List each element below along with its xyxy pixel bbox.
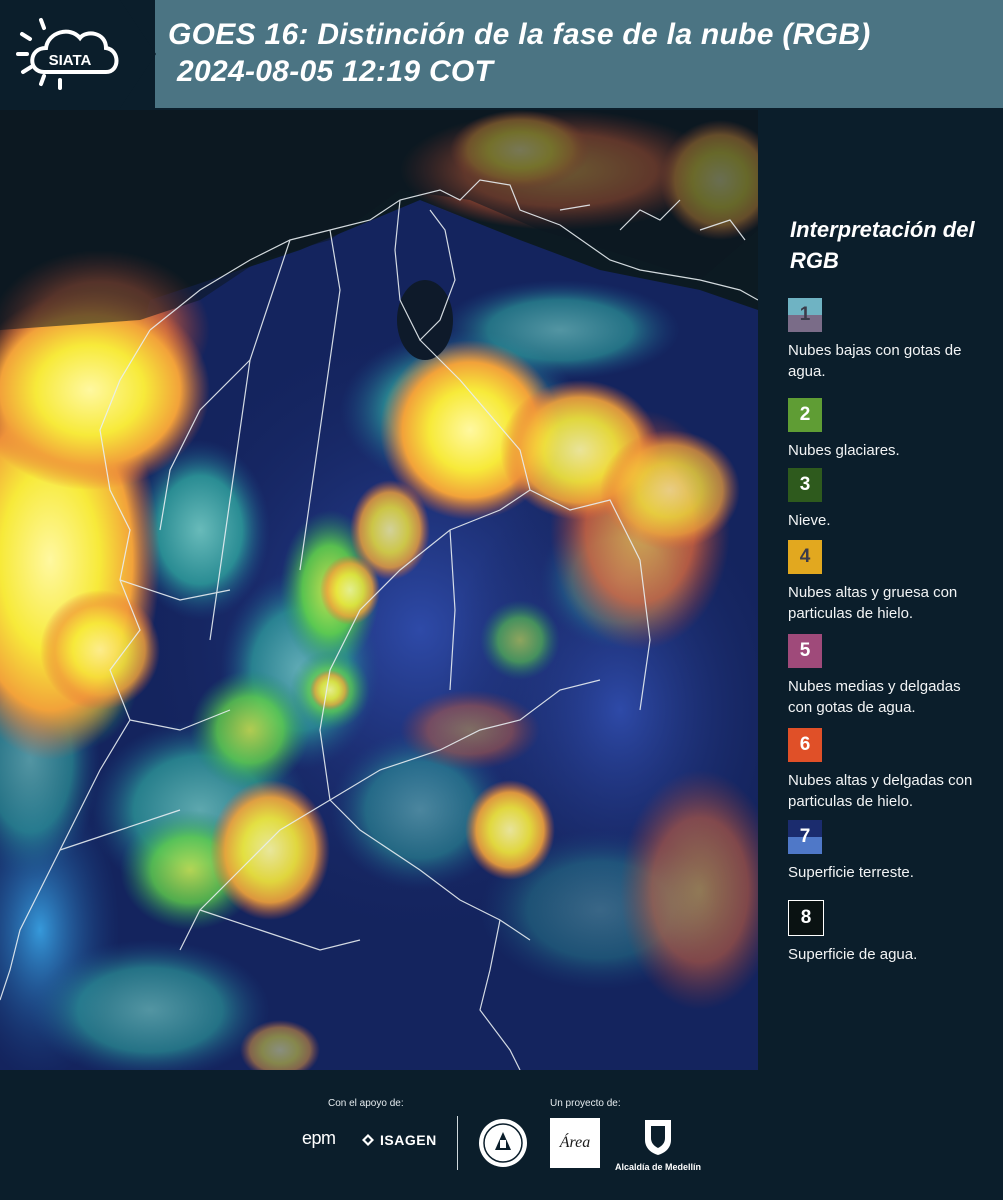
legend-label: Nubes altas y delgadas con particulas de… — [788, 772, 973, 810]
isagen-label: ISAGEN — [380, 1132, 437, 1148]
logo-text: SIATA — [49, 52, 92, 69]
area-metropolitana-logo: Área — [550, 1118, 600, 1168]
legend-number: 4 — [799, 546, 811, 567]
legend-item-3: 3 Nieve. — [788, 468, 988, 531]
legend-number: 2 — [799, 404, 811, 425]
satellite-map — [0, 110, 758, 1070]
legend-number: 8 — [800, 907, 812, 928]
support-label: Con el apoyo de: — [328, 1098, 404, 1109]
legend-swatch: 4 — [788, 540, 822, 574]
footer-divider — [457, 1116, 458, 1170]
legend-item-8: 8 Superficie de agua. — [788, 900, 988, 965]
footer: Con el apoyo de: Un proyecto de: epm ISA… — [0, 1070, 1003, 1200]
legend-number: 7 — [799, 826, 811, 847]
isagen-logo: ISAGEN — [360, 1132, 437, 1148]
epm-logo: epm — [302, 1128, 336, 1148]
legend-item-4: 4 Nubes altas y gruesa con particulas de … — [788, 540, 988, 624]
legend-number: 3 — [799, 474, 811, 495]
legend-swatch: 5 — [788, 634, 822, 668]
legend-label: Superficie de agua. — [788, 946, 918, 963]
university-seal-icon — [479, 1119, 527, 1167]
header-bar: SIATA GOES 16: Distinción de la fase de … — [0, 0, 1003, 108]
legend-item-7: 7 Superficie terreste. — [788, 820, 988, 883]
medellin-shield-icon — [645, 1120, 671, 1155]
legend-swatch: 3 — [788, 468, 822, 502]
legend-swatch: 1 — [788, 298, 822, 332]
isagen-icon — [362, 1134, 374, 1146]
medellin-label: Alcaldía de Medellín — [614, 1162, 702, 1172]
legend-label: Nubes glaciares. — [788, 442, 900, 459]
title-line-1: GOES 16: Distinción de la fase de la nub… — [168, 18, 871, 51]
legend-number: 6 — [799, 734, 811, 755]
satellite-image — [0, 110, 758, 1070]
legend-label: Nubes medias y delgadas con gotas de agu… — [788, 678, 961, 716]
legend-label: Nieve. — [788, 512, 831, 529]
legend-label: Nubes altas y gruesa con particulas de h… — [788, 584, 958, 622]
legend-swatch: 6 — [788, 728, 822, 762]
page-title: GOES 16: Distinción de la fase de la nub… — [168, 16, 871, 90]
legend-item-2: 2 Nubes glaciares. — [788, 398, 988, 461]
legend-swatch: 2 — [788, 398, 822, 432]
project-label: Un proyecto de: — [550, 1098, 621, 1109]
siata-logo: SIATA — [16, 18, 119, 90]
legend-number: 5 — [799, 640, 811, 661]
legend-panel: Interpretación del RGB 1 Nubes bajas con … — [788, 214, 988, 963]
legend-swatch: 8 — [788, 900, 824, 936]
legend-label: Nubes bajas con gotas de agua. — [788, 342, 962, 380]
title-line-2: 2024-08-05 12:19 COT — [177, 55, 494, 88]
legend-item-1: 1 Nubes bajas con gotas de agua. — [788, 298, 988, 382]
legend-label: Superficie terreste. — [788, 864, 914, 881]
alcaldia-medellin-logo: Alcaldía de Medellín — [612, 1118, 704, 1172]
legend-swatch: 7 — [788, 820, 822, 854]
legend-item-6: 6 Nubes altas y delgadas con particulas d… — [788, 728, 988, 812]
legend-item-5: 5 Nubes medias y delgadas con gotas de ag… — [788, 634, 988, 718]
legend-number: 1 — [799, 304, 811, 325]
legend-title: Interpretación del RGB — [790, 217, 975, 273]
